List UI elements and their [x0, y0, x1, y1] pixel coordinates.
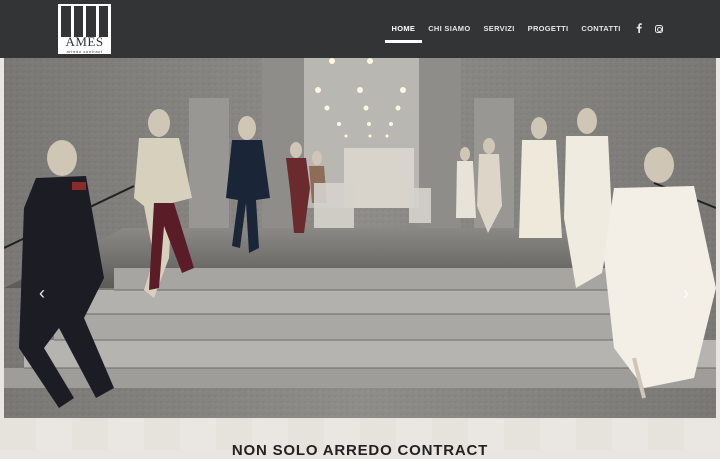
section-headline: NON SOLO ARREDO CONTRACT [231, 442, 489, 459]
site-header: AMES arredo contract HOME CHI SIAMO SERV… [0, 0, 720, 58]
facebook-icon[interactable] [633, 23, 645, 35]
slider-next-arrow[interactable]: › [679, 283, 693, 303]
instagram-icon[interactable] [653, 23, 665, 35]
ames-logo[interactable]: AMES arredo contract [58, 4, 111, 54]
intro-section: NON SOLO ARREDO CONTRACT [0, 418, 720, 459]
slider-prev-arrow[interactable]: ‹ [35, 283, 49, 303]
hero-image [4, 58, 716, 418]
social-links [633, 23, 665, 35]
nav-home[interactable]: HOME [385, 0, 422, 58]
logo-wordmark: AMES [65, 34, 104, 49]
nav-servizi[interactable]: SERVIZI [477, 0, 521, 58]
hero-slider[interactable]: ‹ › [4, 58, 716, 418]
main-nav: HOME CHI SIAMO SERVIZI PROGETTI CONTATTI [385, 0, 627, 58]
logo-mark [61, 6, 108, 37]
nav-progetti[interactable]: PROGETTI [521, 0, 575, 58]
nav-contatti[interactable]: CONTATTI [575, 0, 627, 58]
logo-tagline: arredo contract [66, 49, 103, 54]
nav-chi-siamo[interactable]: CHI SIAMO [422, 0, 477, 58]
